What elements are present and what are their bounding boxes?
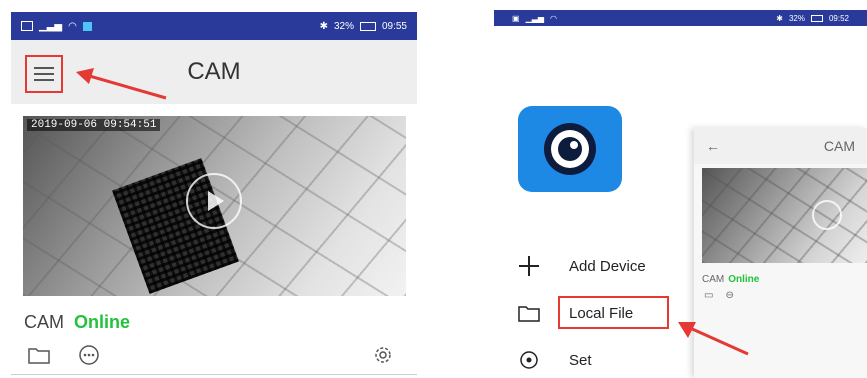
folder-icon xyxy=(28,348,50,364)
wifi-icon: ◠ xyxy=(68,20,77,32)
device-name: CAM xyxy=(24,312,64,332)
sim-icon: ▣ xyxy=(512,13,520,23)
gear-icon xyxy=(375,347,391,363)
mini-header: ← CAM xyxy=(694,128,867,164)
message-icon xyxy=(79,345,99,365)
folder-icon xyxy=(517,304,541,322)
battery-percent: 32% xyxy=(788,13,805,23)
back-arrow-icon[interactable]: ← xyxy=(706,138,720,154)
divider xyxy=(11,374,417,375)
mini-device-name: CAM xyxy=(702,274,725,285)
notification-icon xyxy=(82,21,92,31)
mini-title: CAM xyxy=(823,138,855,154)
mini-message-icon[interactable]: ⊖ xyxy=(725,290,733,301)
mini-device-status: Online xyxy=(728,274,760,285)
battery-icon xyxy=(359,21,376,31)
signal-icon: ▁▃▅ xyxy=(525,13,545,23)
battery-icon xyxy=(810,14,823,22)
play-button[interactable] xyxy=(186,173,242,229)
settings-button[interactable] xyxy=(370,342,396,368)
folder-button[interactable] xyxy=(26,344,52,366)
menu-item-label: Add Device xyxy=(569,257,646,275)
page-title: CAM xyxy=(187,58,241,85)
play-icon xyxy=(208,191,224,211)
message-button[interactable] xyxy=(76,342,102,368)
menu-item-add-device[interactable]: Add Device xyxy=(517,254,646,278)
status-bar: ▁▃▅ ◠ ✱ 32% 09:55 xyxy=(11,12,417,40)
video-timestamp: 2019-09-06 09:54:51 xyxy=(27,119,161,131)
set-icon xyxy=(517,349,541,371)
status-bar: ▣ ▁▃▅ ◠ ✱ 32% 09:52 xyxy=(494,10,867,26)
wifi-icon: ◠ xyxy=(550,13,558,23)
sim-icon xyxy=(21,21,33,31)
signal-icon: ▁▃▅ xyxy=(39,20,63,32)
app-logo xyxy=(518,106,622,192)
device-status: Online xyxy=(74,312,131,332)
vibrate-icon: ✱ xyxy=(319,20,328,32)
annotation-arrow xyxy=(678,322,749,356)
video-preview[interactable]: 2019-09-06 09:54:51 xyxy=(23,116,406,296)
annotation-arrow xyxy=(76,68,167,100)
status-time: 09:52 xyxy=(828,13,849,23)
mini-device-info: CAM Online xyxy=(702,274,759,285)
menu-item-label: Set xyxy=(569,351,592,369)
status-time: 09:55 xyxy=(381,20,407,32)
plus-icon xyxy=(517,254,541,278)
device-info: CAM Online xyxy=(24,312,130,333)
battery-percent: 32% xyxy=(333,20,354,32)
local-file-highlight xyxy=(558,296,669,329)
menu-item-set[interactable]: Set xyxy=(517,348,592,372)
mini-play-icon[interactable] xyxy=(812,200,842,230)
mini-icons: ▭ ⊖ xyxy=(704,290,734,301)
vibrate-icon: ✱ xyxy=(776,13,783,23)
mini-folder-icon[interactable]: ▭ xyxy=(704,290,713,301)
eye-logo-icon xyxy=(544,123,596,175)
menu-button[interactable] xyxy=(25,55,63,93)
mini-video-preview[interactable] xyxy=(702,168,867,263)
menu-icon xyxy=(34,67,54,81)
